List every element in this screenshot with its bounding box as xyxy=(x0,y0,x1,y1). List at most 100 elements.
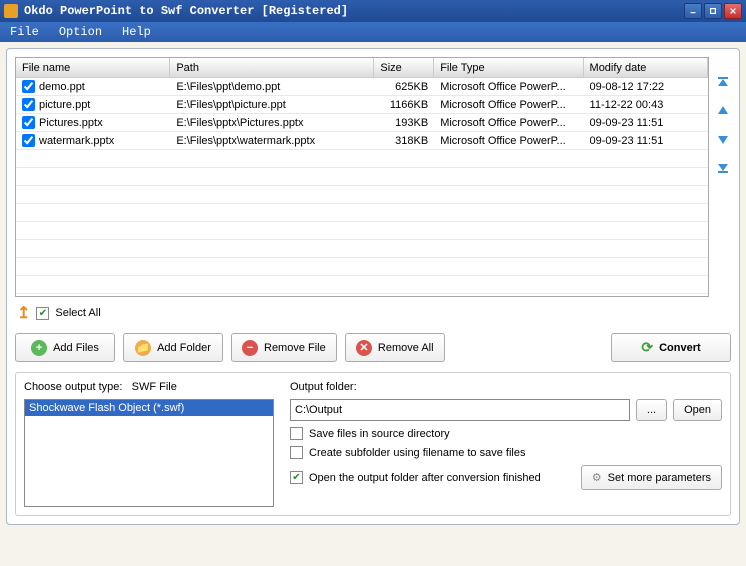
output-type-label: Choose output type: SWF File xyxy=(24,381,274,393)
minus-icon: − xyxy=(242,340,258,356)
gear-icon: ⚙ xyxy=(592,471,602,484)
table-row xyxy=(16,240,708,258)
x-icon: ✕ xyxy=(356,340,372,356)
cell-size: 193KB xyxy=(374,117,434,129)
col-size[interactable]: Size xyxy=(374,58,434,77)
convert-label: Convert xyxy=(659,342,701,354)
open-button[interactable]: Open xyxy=(673,399,722,421)
add-files-label: Add Files xyxy=(53,342,99,354)
move-bottom-button[interactable] xyxy=(715,159,731,175)
set-more-parameters-button[interactable]: ⚙ Set more parameters xyxy=(581,465,722,490)
row-checkbox[interactable] xyxy=(22,116,35,129)
cell-path: E:\Files\ppt\picture.ppt xyxy=(170,99,374,111)
window-controls xyxy=(684,3,742,19)
cell-path: E:\Files\ppt\demo.ppt xyxy=(170,81,374,93)
row-checkbox[interactable] xyxy=(22,134,35,147)
maximize-button[interactable] xyxy=(704,3,722,19)
cell-size: 318KB xyxy=(374,135,434,147)
open-after-row: Open the output folder after conversion … xyxy=(290,465,722,490)
cell-date: 09-09-23 11:51 xyxy=(584,135,708,147)
add-folder-label: Add Folder xyxy=(157,342,211,354)
table-row xyxy=(16,294,708,297)
file-table: File name Path Size File Type Modify dat… xyxy=(15,57,709,297)
col-modify-date[interactable]: Modify date xyxy=(584,58,708,77)
cell-type: Microsoft Office PowerP... xyxy=(434,99,583,111)
window-title: Okdo PowerPoint to Swf Converter [Regist… xyxy=(24,4,684,18)
select-all-label: Select All xyxy=(55,307,100,319)
remove-all-label: Remove All xyxy=(378,342,434,354)
cell-date: 09-08-12 17:22 xyxy=(584,81,708,93)
menu-help[interactable]: Help xyxy=(116,23,157,41)
col-filename[interactable]: File name xyxy=(16,58,170,77)
table-row xyxy=(16,186,708,204)
remove-all-button[interactable]: ✕ Remove All xyxy=(345,333,445,362)
file-list-area: File name Path Size File Type Modify dat… xyxy=(15,57,731,297)
output-type-section: Choose output type: SWF File Shockwave F… xyxy=(24,381,274,507)
table-row xyxy=(16,276,708,294)
move-up-button[interactable] xyxy=(715,103,731,119)
cell-size: 625KB xyxy=(374,81,434,93)
move-down-button[interactable] xyxy=(715,131,731,147)
remove-file-button[interactable]: −Remove File xyxy=(231,333,337,362)
row-checkbox[interactable] xyxy=(22,80,35,93)
save-in-source-row: Save files in source directory xyxy=(290,427,722,440)
up-folder-icon[interactable]: ↥ xyxy=(17,303,30,323)
convert-icon: ⟳ xyxy=(641,339,653,356)
titlebar: Okdo PowerPoint to Swf Converter [Regist… xyxy=(0,0,746,22)
output-type-item[interactable]: Shockwave Flash Object (*.swf) xyxy=(25,400,273,416)
reorder-arrows xyxy=(715,57,731,297)
cell-filename: watermark.pptx xyxy=(39,135,114,147)
select-all-row: ↥ Select All xyxy=(15,297,731,329)
output-type-list[interactable]: Shockwave Flash Object (*.swf) xyxy=(24,399,274,507)
table-header: File name Path Size File Type Modify dat… xyxy=(16,58,708,78)
cell-filename: Pictures.pptx xyxy=(39,117,103,129)
open-after-label: Open the output folder after conversion … xyxy=(309,472,541,484)
cell-type: Microsoft Office PowerP... xyxy=(434,117,583,129)
table-row[interactable]: Pictures.pptx E:\Files\pptx\Pictures.pptx… xyxy=(16,114,708,132)
minimize-button[interactable] xyxy=(684,3,702,19)
col-filetype[interactable]: File Type xyxy=(434,58,583,77)
table-row[interactable]: watermark.pptx E:\Files\pptx\watermark.pp… xyxy=(16,132,708,150)
menu-option[interactable]: Option xyxy=(53,23,108,41)
table-row[interactable]: demo.pptE:\Files\ppt\demo.ppt625KBMicros… xyxy=(16,78,708,96)
main-panel: File name Path Size File Type Modify dat… xyxy=(6,48,740,525)
table-body: demo.pptE:\Files\ppt\demo.ppt625KBMicros… xyxy=(16,78,708,297)
output-type-prefix: Choose output type: xyxy=(24,381,122,393)
convert-button[interactable]: ⟳ Convert xyxy=(611,333,731,362)
close-button[interactable] xyxy=(724,3,742,19)
output-options-section: Output folder: ... Open Save files in so… xyxy=(290,381,722,507)
create-subfolder-row: Create subfolder using filename to save … xyxy=(290,446,722,459)
cell-date: 11-12-22 00:43 xyxy=(584,99,708,111)
create-subfolder-label: Create subfolder using filename to save … xyxy=(309,447,525,459)
output-folder-row: ... Open xyxy=(290,399,722,421)
menubar: File Option Help xyxy=(0,22,746,42)
table-row xyxy=(16,258,708,276)
set-more-parameters-label: Set more parameters xyxy=(608,472,711,484)
output-folder-input[interactable] xyxy=(290,399,630,421)
output-type-value: SWF File xyxy=(132,381,177,393)
table-row xyxy=(16,204,708,222)
output-panel: Choose output type: SWF File Shockwave F… xyxy=(15,372,731,516)
cell-path: E:\Files\pptx\watermark.pptx xyxy=(170,135,374,147)
table-row[interactable]: picture.pptE:\Files\ppt\picture.ppt1166K… xyxy=(16,96,708,114)
table-row xyxy=(16,150,708,168)
app-icon xyxy=(4,4,18,18)
remove-file-label: Remove File xyxy=(264,342,326,354)
select-all-checkbox[interactable] xyxy=(36,307,49,320)
cell-path: E:\Files\pptx\Pictures.pptx xyxy=(170,117,374,129)
browse-button[interactable]: ... xyxy=(636,399,667,421)
move-top-button[interactable] xyxy=(715,75,731,91)
col-path[interactable]: Path xyxy=(170,58,374,77)
menu-file[interactable]: File xyxy=(4,23,45,41)
create-subfolder-checkbox[interactable] xyxy=(290,446,303,459)
cell-type: Microsoft Office PowerP... xyxy=(434,135,583,147)
add-folder-button[interactable]: 📁Add Folder xyxy=(123,333,223,362)
row-checkbox[interactable] xyxy=(22,98,35,111)
add-files-button[interactable]: +Add Files xyxy=(15,333,115,362)
cell-filename: demo.ppt xyxy=(39,81,85,93)
save-in-source-label: Save files in source directory xyxy=(309,428,450,440)
save-in-source-checkbox[interactable] xyxy=(290,427,303,440)
output-folder-label: Output folder: xyxy=(290,381,722,393)
open-after-checkbox[interactable] xyxy=(290,471,303,484)
cell-filename: picture.ppt xyxy=(39,99,90,111)
